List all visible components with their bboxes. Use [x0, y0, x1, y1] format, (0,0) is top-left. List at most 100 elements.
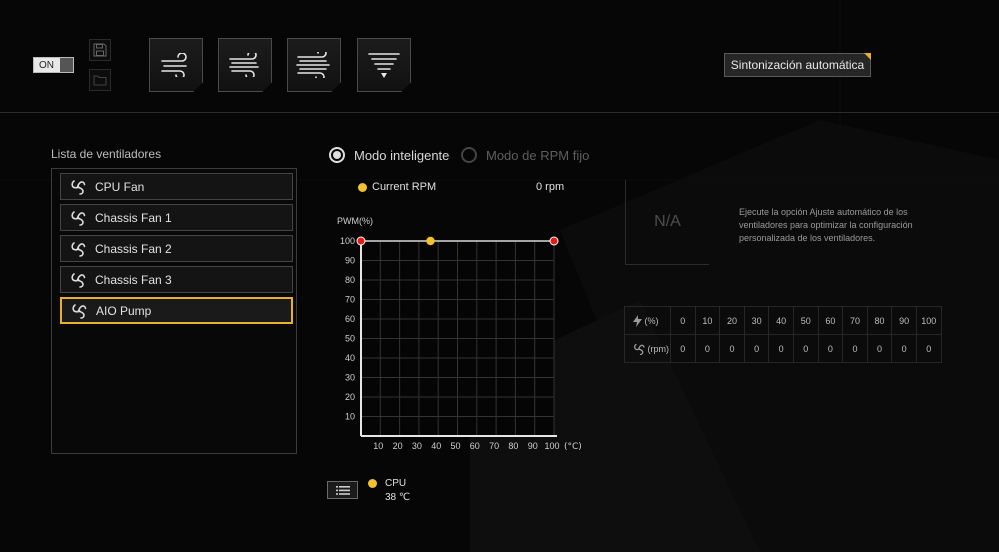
fan-list-item[interactable]: CPU Fan	[60, 173, 293, 200]
rpm-cell: 0	[768, 334, 794, 363]
fan-icon	[69, 271, 87, 289]
preset-silent-button[interactable]	[149, 38, 203, 92]
y-tick-label: 100	[340, 236, 355, 246]
fan-icon	[69, 240, 87, 258]
rpm-cell: 0	[817, 334, 844, 363]
y-tick-label: 80	[345, 275, 355, 285]
x-tick-label: 50	[450, 441, 460, 451]
x-tick-label: 10	[373, 441, 383, 451]
save-icon	[93, 43, 107, 57]
toggle-knob	[60, 58, 73, 72]
curve-control-point[interactable]	[356, 236, 366, 246]
lightning-icon	[633, 314, 642, 327]
temperature-value: 38 ℃	[385, 492, 411, 503]
percent-cell: 20	[719, 306, 745, 335]
rpm-table: (%) 0 10 20 30 40 50 60 70 80 90 100 (rpm) 0000000…	[624, 306, 942, 363]
folder-icon	[93, 75, 107, 86]
current-rpm-label: Current RPM	[372, 181, 437, 193]
y-tick-label: 60	[345, 314, 355, 324]
rpm-cell: 0	[743, 334, 770, 363]
power-toggle-label: ON	[39, 59, 54, 71]
preset-standard-button[interactable]	[218, 38, 272, 92]
radio-circle	[329, 147, 345, 163]
fixed-rpm-mode-label: Modo de RPM fijo	[486, 147, 590, 163]
rpm-cell: 0	[694, 334, 721, 363]
rpm-cell: 0	[670, 334, 696, 363]
percent-cell: 80	[866, 306, 893, 335]
wind-1-icon	[161, 53, 187, 77]
current-temperature-marker	[426, 236, 435, 246]
preset-full-speed-button[interactable]	[357, 38, 411, 92]
rpm-cell: 0	[842, 334, 868, 363]
x-tick-label: 100	[544, 441, 559, 451]
percent-label: (%)	[644, 315, 659, 326]
fan-curve-chart[interactable]: PWM(%) 100 90 80 70 60 50 40 30 20 10 10 20 30 40 50 60 7…	[325, 210, 585, 455]
rpm-row-header: (rpm)	[624, 334, 671, 363]
percent-cell: 60	[817, 306, 844, 335]
percent-cell: 0	[670, 306, 696, 335]
x-tick-label: 90	[528, 441, 538, 451]
fixed-rpm-mode-radio[interactable]: Modo de RPM fijo	[461, 147, 589, 163]
y-tick-label: 40	[345, 353, 355, 363]
x-tick-label: 20	[393, 441, 403, 451]
percent-cell: 70	[842, 306, 868, 335]
power-toggle[interactable]: ON	[33, 57, 74, 73]
y-tick-label: 30	[345, 373, 355, 383]
smart-mode-radio[interactable]: Modo inteligente	[329, 147, 449, 163]
x-tick-label: 70	[489, 441, 499, 451]
percent-cell: 50	[792, 306, 819, 335]
auto-tune-result-box: N/A	[625, 180, 709, 265]
yellow-dot-icon	[358, 182, 367, 192]
wind-3-icon	[296, 52, 330, 78]
temperature-source-menu-button[interactable]	[327, 481, 358, 499]
smart-mode-label: Modo inteligente	[354, 147, 450, 163]
accent-corner	[864, 53, 871, 60]
fan-icon	[69, 178, 87, 196]
temperature-source-legend: CPU 38 ℃	[368, 478, 410, 503]
current-rpm-legend: Current RPM	[358, 181, 436, 193]
curve-control-point[interactable]	[549, 236, 559, 246]
percent-cell: 40	[768, 306, 794, 335]
fan-list-item-label: Chassis Fan 3	[95, 272, 172, 287]
tornado-icon	[368, 53, 400, 78]
x-tick-label: 60	[470, 441, 480, 451]
fan-icon	[70, 302, 88, 320]
y-axis-label: PWM(%)	[337, 216, 373, 226]
list-icon	[335, 485, 350, 495]
rpm-cell: 0	[891, 334, 917, 363]
current-rpm-value: 0 rpm	[536, 181, 565, 193]
percent-row: (%) 0 10 20 30 40 50 60 70 80 90 100	[624, 306, 942, 335]
fan-list-item[interactable]: Chassis Fan 2	[60, 235, 293, 262]
fan-list-item[interactable]: Chassis Fan 3	[60, 266, 293, 293]
fan-list-item-label: Chassis Fan 2	[95, 241, 172, 256]
fan-icon	[634, 343, 645, 355]
yellow-dot-icon	[368, 479, 377, 488]
fan-list-item[interactable]: AIO Pump	[60, 297, 293, 324]
fan-list-item-label: CPU Fan	[95, 179, 145, 194]
radio-circle	[461, 147, 477, 163]
fan-icon	[69, 209, 87, 227]
rpm-cell: 0	[719, 334, 745, 363]
y-tick-label: 10	[345, 412, 355, 422]
x-tick-label: 80	[508, 441, 518, 451]
x-axis-unit: (°C)	[564, 442, 582, 452]
na-text: N/A	[654, 213, 681, 230]
save-profile-button[interactable]	[89, 39, 111, 61]
percent-row-header: (%)	[624, 306, 671, 335]
auto-tune-button[interactable]: Sintonización automática	[724, 53, 871, 77]
auto-tune-label: Sintonización automática	[730, 58, 865, 72]
percent-cell: 30	[743, 306, 770, 335]
fan-list-item[interactable]: Chassis Fan 1	[60, 204, 293, 231]
x-tick-label: 40	[431, 441, 441, 451]
fan-list-panel: CPU Fan Chassis Fan 1 Chassis Fan 2 Chassis…	[51, 168, 297, 454]
open-profile-button[interactable]	[89, 69, 111, 91]
percent-cell: 10	[694, 306, 721, 335]
preset-turbo-button[interactable]	[287, 38, 341, 92]
rpm-cell: 0	[866, 334, 893, 363]
y-tick-label: 70	[345, 295, 355, 305]
wind-2-icon	[229, 53, 259, 77]
fan-list-title: Lista de ventiladores	[51, 147, 162, 161]
rpm-cell: 0	[915, 334, 942, 363]
y-tick-label: 90	[345, 256, 355, 266]
percent-cell: 90	[891, 306, 917, 335]
